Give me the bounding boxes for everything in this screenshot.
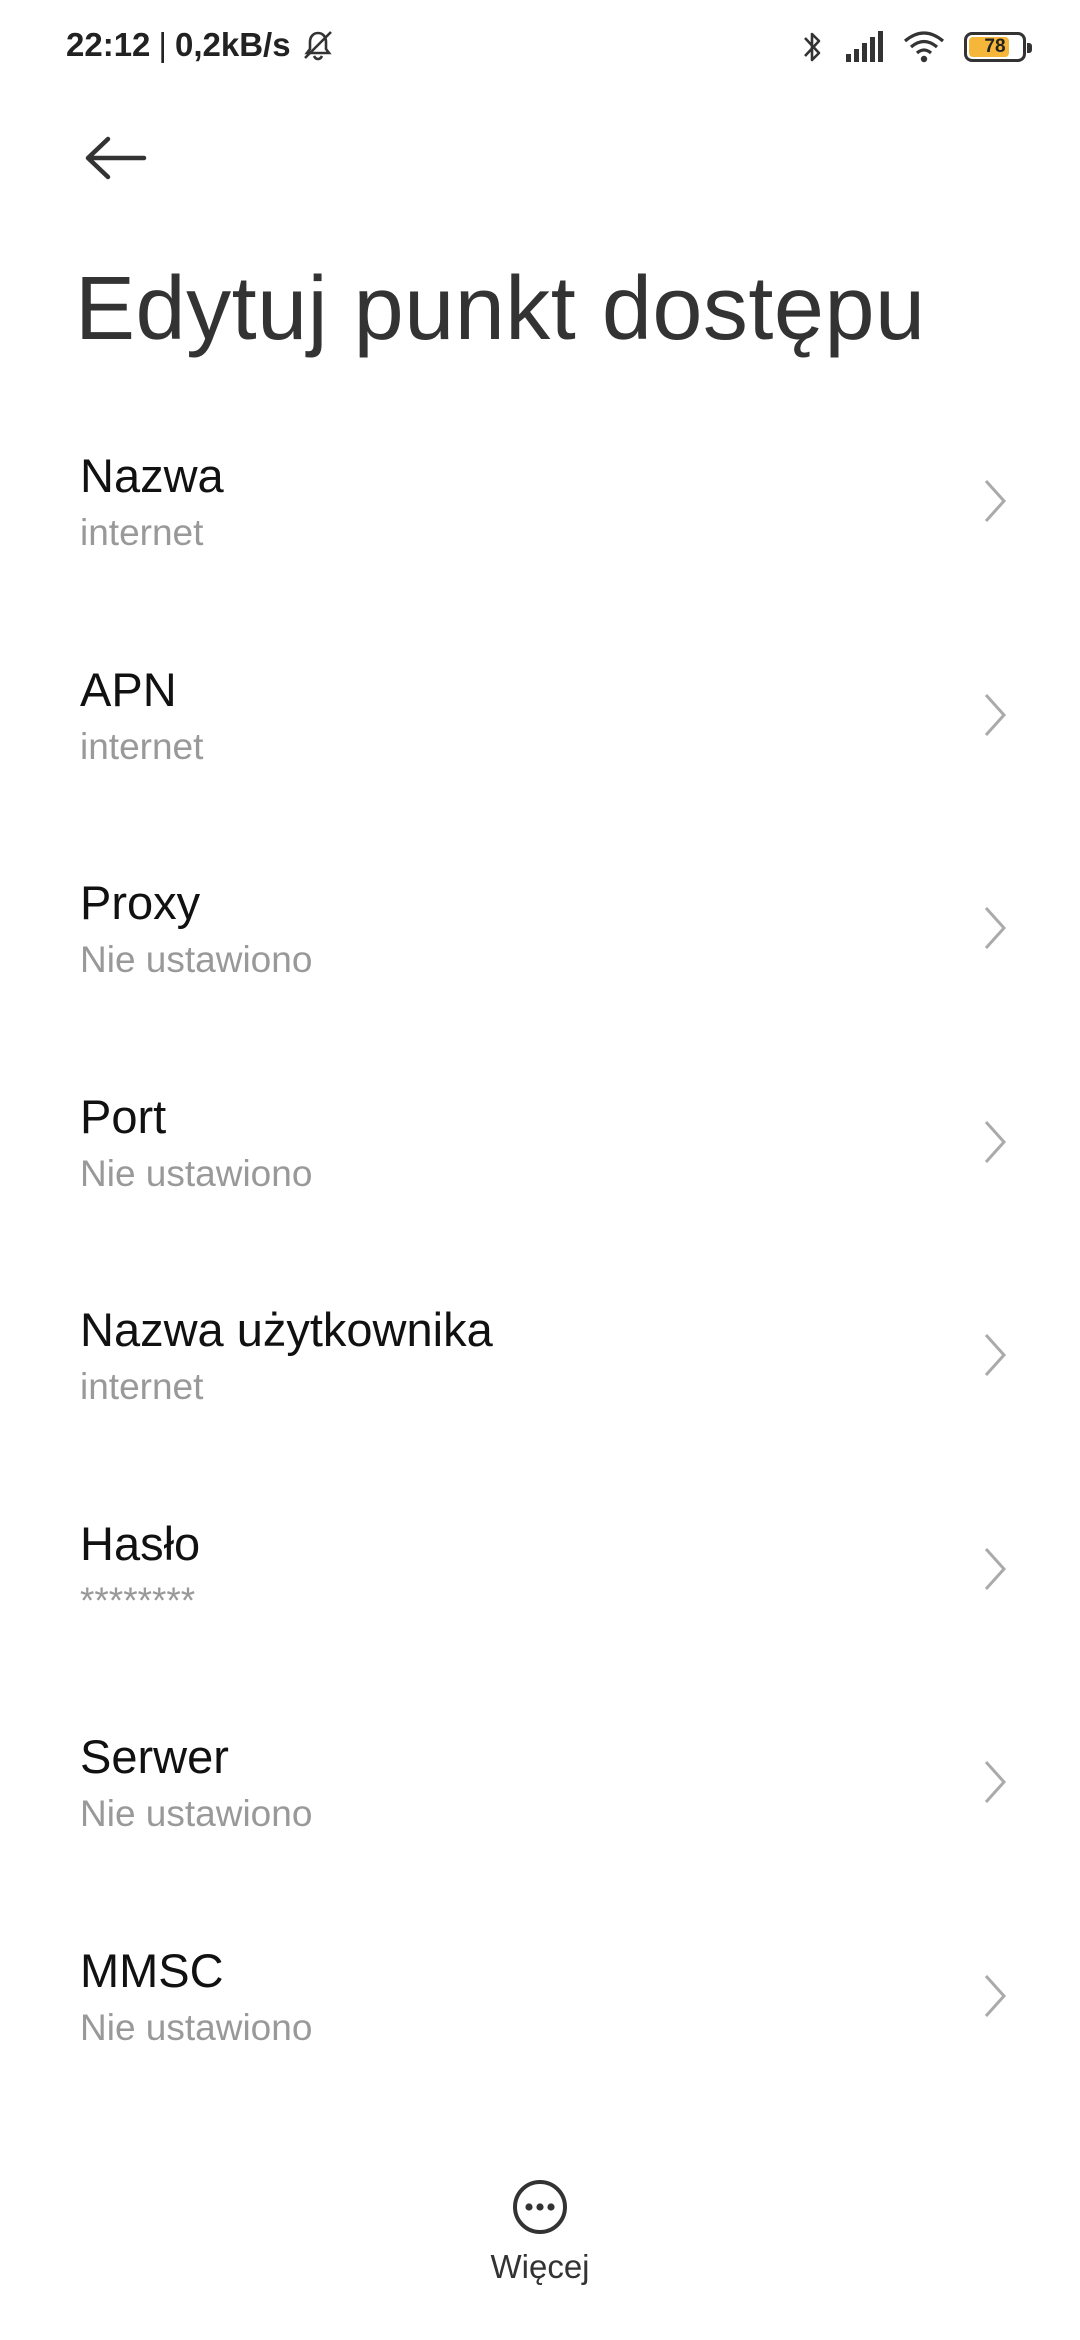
setting-value: Nie ustawiono xyxy=(80,1793,313,1834)
setting-label: Port xyxy=(80,1089,167,1143)
setting-row-mmsc[interactable]: MMSC Nie ustawiono xyxy=(0,1903,1080,2117)
setting-row-nazwa[interactable]: Nazwa internet xyxy=(0,408,1080,622)
battery-tip xyxy=(1027,43,1032,53)
signal-icon xyxy=(846,31,883,62)
setting-row-proxy[interactable]: Proxy Nie ustawiono xyxy=(0,835,1080,1049)
setting-value: internet xyxy=(80,725,204,767)
chevron-right-icon xyxy=(984,1333,1007,1377)
battery-level: 78 xyxy=(984,36,1006,57)
setting-value: Nie ustawiono xyxy=(80,1152,313,1194)
bluetooth-icon xyxy=(804,32,821,62)
status-bar: 22:12 | 0,2kB/s 78 xyxy=(0,0,1080,96)
chevron-right-icon xyxy=(984,693,1007,736)
setting-value: internet xyxy=(80,512,204,553)
status-time: 22:12 xyxy=(66,26,151,63)
setting-label: APN xyxy=(80,662,177,716)
setting-label: Hasło xyxy=(80,1516,201,1570)
setting-label: Proxy xyxy=(80,876,201,929)
more-label: Więcej xyxy=(490,2248,590,2285)
back-arrow-icon xyxy=(85,136,147,180)
chevron-right-icon xyxy=(984,479,1007,523)
wifi-icon xyxy=(903,31,945,63)
status-right: 78 xyxy=(800,28,1032,66)
setting-row-port[interactable]: Port Nie ustawiono xyxy=(0,1049,1080,1263)
setting-label: Nazwa xyxy=(80,449,224,502)
battery-icon: 78 xyxy=(964,32,1032,62)
net-speed: 0,2kB/s xyxy=(174,26,291,63)
status-left: 22:12 | 0,2kB/s xyxy=(66,26,335,64)
setting-value: internet xyxy=(80,1366,204,1407)
setting-value: Nie ustawiono xyxy=(80,939,313,980)
setting-row-server[interactable]: Serwer Nie ustawiono xyxy=(0,1689,1080,1903)
status-separator: | xyxy=(158,26,167,63)
more-dots-icon xyxy=(513,2180,567,2234)
settings-list: Nazwa internet APN internet Proxy Nie us… xyxy=(0,408,1080,2116)
page-title: Edytuj punkt dostępu xyxy=(75,259,926,359)
setting-row-apn[interactable]: APN internet xyxy=(0,622,1080,836)
setting-label: Nazwa użytkownika xyxy=(80,1303,493,1356)
setting-value: Nie ustawiono xyxy=(80,2006,313,2048)
chevron-right-icon xyxy=(984,906,1007,950)
chevron-right-icon xyxy=(984,1120,1007,1163)
setting-label: MMSC xyxy=(80,1943,224,1997)
setting-row-username[interactable]: Nazwa użytkownika internet xyxy=(0,1262,1080,1476)
back-button[interactable] xyxy=(76,118,156,198)
chevron-right-icon xyxy=(984,1760,1007,1804)
setting-label: Serwer xyxy=(80,1730,229,1783)
setting-value: ******** xyxy=(80,1579,196,1621)
mute-notifications-icon xyxy=(303,31,332,61)
more-button[interactable]: Więcej xyxy=(470,2178,610,2300)
setting-row-password[interactable]: Hasło ******** xyxy=(0,1476,1080,1690)
chevron-right-icon xyxy=(984,1974,1007,2017)
chevron-right-icon xyxy=(984,1547,1007,1590)
